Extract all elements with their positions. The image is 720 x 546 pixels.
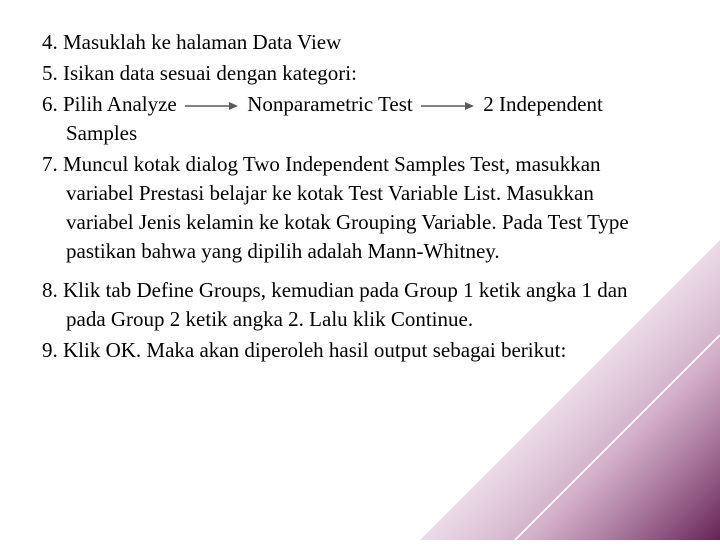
- slide-text-body: 4. Masuklah ke halaman Data View 5. Isik…: [42, 28, 660, 367]
- step-6-part-b: Nonparametric Test: [247, 92, 413, 116]
- step-5: 5. Isikan data sesuai dengan kategori:: [42, 59, 660, 88]
- step-9-text: 9. Klik OK. Maka akan diperoleh hasil ou…: [42, 338, 566, 362]
- step-7: 7. Muncul kotak dialog Two Independent S…: [42, 150, 660, 266]
- step-7-text: 7. Muncul kotak dialog Two Independent S…: [42, 152, 629, 263]
- step-6-part-a: 6. Pilih Analyze: [42, 92, 177, 116]
- step-8: 8. Klik tab Define Groups, kemudian pada…: [42, 276, 660, 334]
- arrow-icon: [421, 101, 475, 111]
- step-5-text: 5. Isikan data sesuai dengan kategori:: [42, 61, 357, 85]
- step-8-text: 8. Klik tab Define Groups, kemudian pada…: [42, 278, 628, 331]
- step-9: 9. Klik OK. Maka akan diperoleh hasil ou…: [42, 336, 660, 365]
- arrow-icon: [185, 101, 239, 111]
- step-4: 4. Masuklah ke halaman Data View: [42, 28, 660, 57]
- step-6: 6. Pilih Analyze Nonparametric Test 2 In…: [42, 90, 660, 148]
- step-4-text: 4. Masuklah ke halaman Data View: [42, 30, 341, 54]
